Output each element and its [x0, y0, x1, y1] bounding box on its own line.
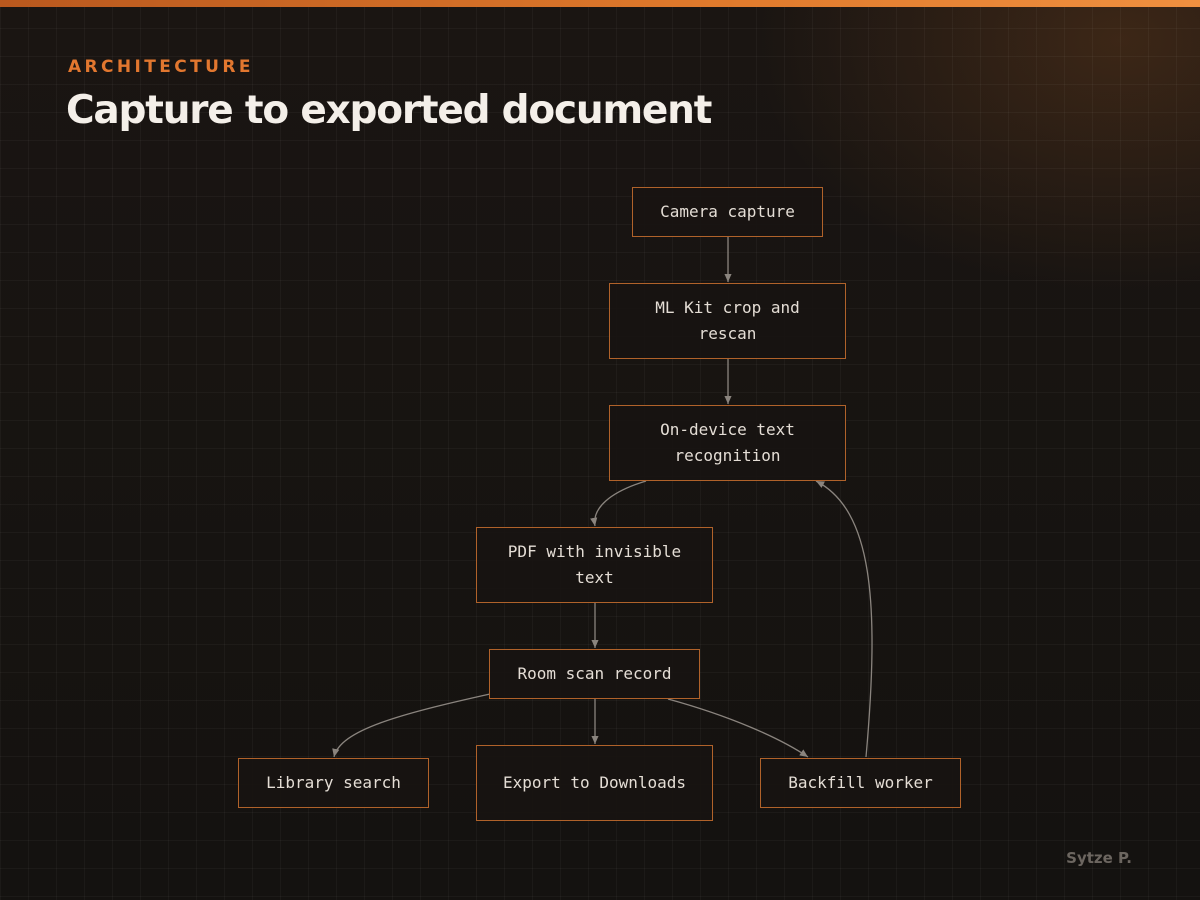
node-label: Export to Downloads — [502, 773, 687, 792]
node-export-downloads: Export to Downloads — [476, 745, 713, 821]
node-label: On-device text recognition — [660, 420, 795, 465]
node-label: ML Kit crop and rescan — [655, 298, 800, 343]
node-label: Room scan record — [517, 664, 672, 683]
edge-recognition-to-pdf — [590, 480, 647, 527]
node-pdf-invisible-text: PDF with invisible text — [476, 527, 713, 603]
edge-backfill-to-recognition — [815, 480, 873, 758]
node-text-recognition: On-device text recognition — [609, 405, 846, 481]
author-credit: Sytze P. — [1066, 849, 1132, 867]
node-label: Camera capture — [660, 202, 795, 221]
node-room-scan-record: Room scan record — [489, 649, 700, 699]
node-label: Library search — [266, 773, 401, 792]
node-label: Backfill worker — [788, 773, 933, 792]
node-ml-kit-crop: ML Kit crop and rescan — [609, 283, 846, 359]
node-library-search: Library search — [238, 758, 429, 808]
node-label: PDF with invisible text — [507, 542, 682, 587]
edge-record-to-library — [332, 693, 491, 758]
node-camera-capture: Camera capture — [632, 187, 823, 237]
node-backfill-worker: Backfill worker — [760, 758, 961, 808]
